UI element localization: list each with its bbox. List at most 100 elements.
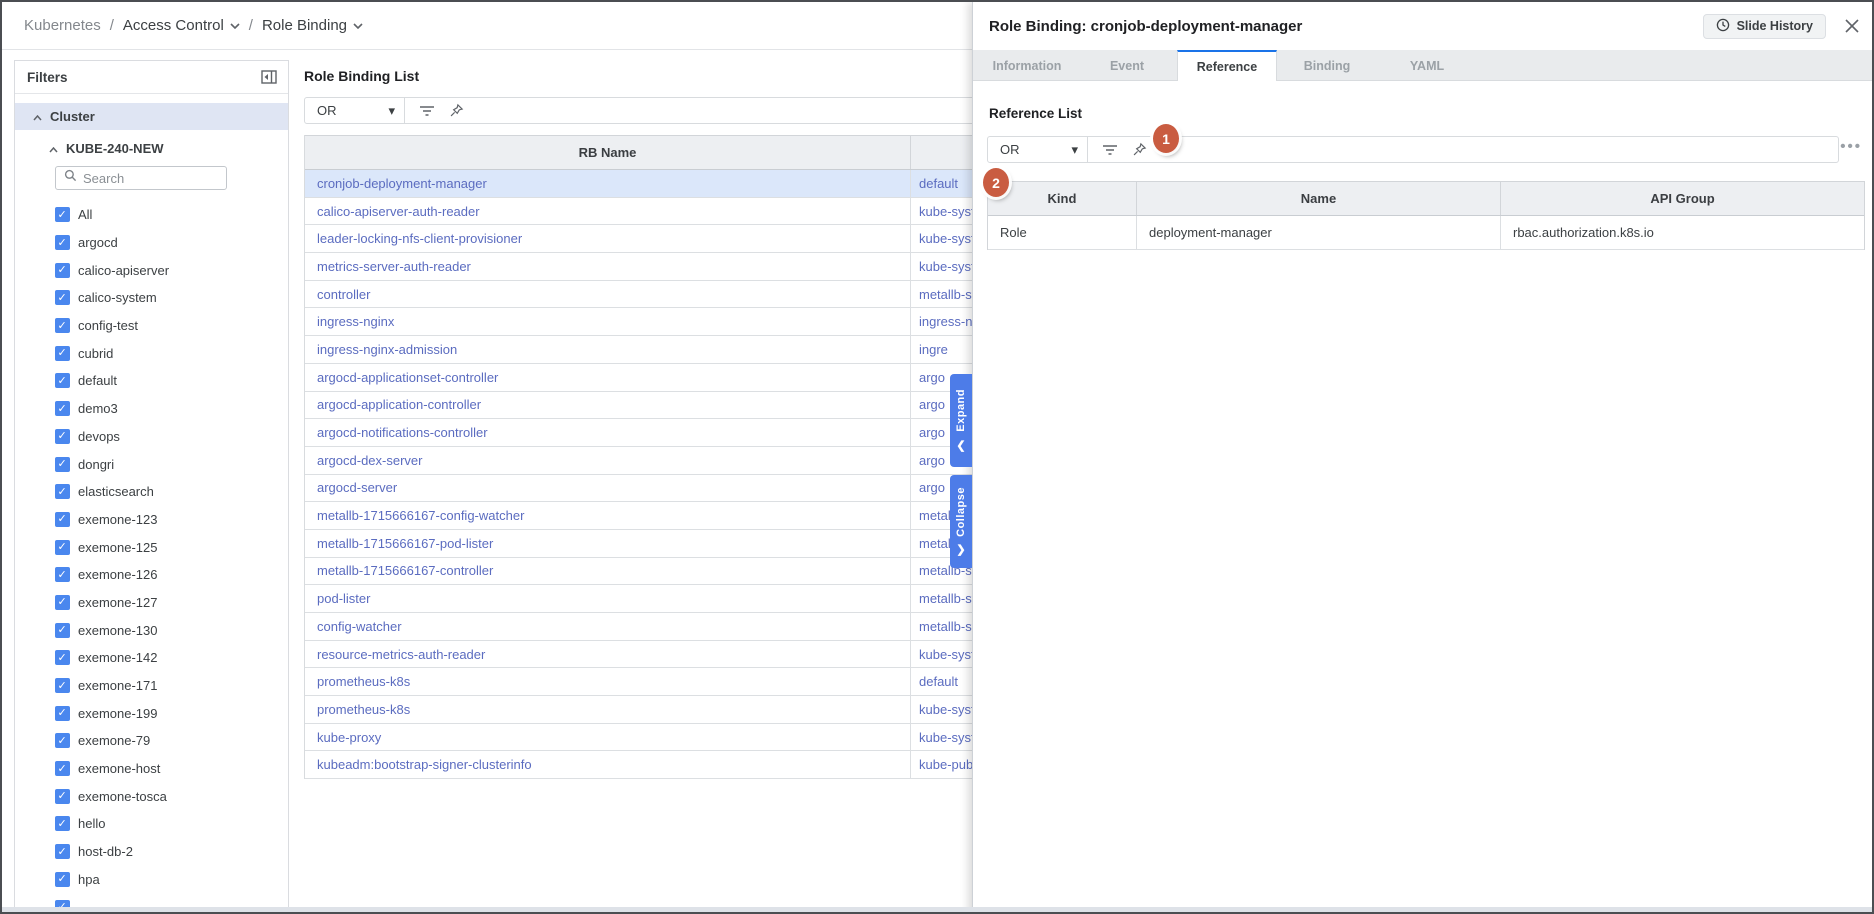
namespace-link[interactable]: argo [919, 453, 945, 468]
namespace-link[interactable]: argo [919, 397, 945, 412]
breadcrumb-page-menu[interactable]: Role Binding [262, 17, 363, 34]
namespace-link[interactable]: ingre [919, 342, 948, 357]
checkbox-checked-icon[interactable] [55, 318, 70, 333]
expand-button[interactable]: Expand ❮ [950, 374, 972, 467]
table-row[interactable]: leader-locking-nfs-client-provisionerkub… [305, 225, 1004, 253]
tree-node-cluster-name[interactable]: KUBE-240-NEW [49, 135, 164, 162]
namespace-link[interactable]: kube-publ [919, 757, 976, 772]
checkbox-checked-icon[interactable] [55, 484, 70, 499]
operator-select[interactable]: OR ▾ [305, 98, 405, 123]
namespace-checkbox-item[interactable]: exemone-171 [15, 672, 288, 700]
checkbox-checked-icon[interactable] [55, 844, 70, 859]
table-row[interactable]: prometheus-k8sdefault [305, 668, 1004, 696]
checkbox-checked-icon[interactable] [55, 623, 70, 638]
breadcrumb-section-menu[interactable]: Access Control [123, 17, 240, 34]
namespace-checkbox-item[interactable]: cubrid [15, 339, 288, 367]
namespace-checkbox-item[interactable]: exemone-123 [15, 506, 288, 534]
rb-name-link[interactable]: ingress-nginx [317, 314, 394, 329]
tab-binding[interactable]: Binding [1277, 50, 1377, 81]
slide-history-button[interactable]: Slide History [1703, 14, 1826, 39]
table-row[interactable]: calico-apiserver-auth-reader kube-syst [305, 198, 1004, 226]
tab-information[interactable]: Information [977, 50, 1077, 81]
rb-name-link[interactable]: argocd-application-controller [317, 397, 481, 412]
rb-name-link[interactable]: prometheus-k8s [317, 702, 410, 717]
rb-name-link[interactable]: argocd-server [317, 480, 397, 495]
namespace-checkbox-item[interactable]: calico-apiserver [15, 256, 288, 284]
tab-event[interactable]: Event [1077, 50, 1177, 81]
namespace-link[interactable]: kube-syst [919, 204, 975, 219]
close-icon[interactable] [1842, 16, 1862, 36]
column-header-rb-name[interactable]: RB Name [305, 136, 911, 169]
table-row[interactable]: argocd-application-controller argo [305, 392, 1004, 420]
checkbox-checked-icon[interactable] [55, 373, 70, 388]
table-row[interactable]: controllermetallb-sy [305, 281, 1004, 309]
checkbox-checked-icon[interactable] [55, 872, 70, 887]
table-row[interactable]: argocd-notifications-controllerargo [305, 419, 1004, 447]
table-row[interactable]: argocd-applicationset-controllerargo [305, 364, 1004, 392]
rb-name-link[interactable]: ingress-nginx-admission [317, 342, 457, 357]
table-row[interactable]: kube-proxykube-syst [305, 724, 1004, 752]
namespace-checkbox-item[interactable]: default [15, 367, 288, 395]
namespace-checkbox-item[interactable]: exemone-130 [15, 616, 288, 644]
column-header-kind[interactable]: Kind [988, 182, 1137, 215]
checkbox-checked-icon[interactable] [55, 346, 70, 361]
namespace-checkbox-item[interactable]: dongri [15, 450, 288, 478]
rb-name-link[interactable]: argocd-dex-server [317, 453, 423, 468]
search-input[interactable] [83, 171, 203, 186]
table-row[interactable]: pod-listermetallb-sy [305, 585, 1004, 613]
namespace-checkbox-item[interactable]: exemone-tosca [15, 782, 288, 810]
namespace-checkbox-item[interactable]: calico-system [15, 284, 288, 312]
table-row[interactable]: ingress-nginx ingress-ng [305, 308, 1004, 336]
namespace-link[interactable]: kube-syst [919, 647, 975, 662]
table-row[interactable]: prometheus-k8s kube-syst [305, 696, 1004, 724]
table-row[interactable]: kubeadm:bootstrap-signer-clusterinfokube… [305, 751, 1004, 779]
namespace-checkbox-item[interactable]: devops [15, 423, 288, 451]
rb-name-link[interactable]: metrics-server-auth-reader [317, 259, 471, 274]
checkbox-checked-icon[interactable] [55, 401, 70, 416]
checkbox-checked-icon[interactable] [55, 595, 70, 610]
checkbox-checked-icon[interactable] [55, 761, 70, 776]
namespace-link[interactable]: kube-syst [919, 231, 975, 246]
namespace-link[interactable]: default [919, 674, 958, 689]
column-header-api-group[interactable]: API Group [1501, 182, 1864, 215]
table-row[interactable]: metallb-1715666167-controllermetallb-sy [305, 558, 1004, 586]
table-row[interactable]: cronjob-deployment-managerdefault [305, 170, 1004, 198]
rb-name-link[interactable]: calico-apiserver-auth-reader [317, 204, 480, 219]
namespace-link[interactable]: kube-syst [919, 259, 975, 274]
checkbox-checked-icon[interactable] [55, 733, 70, 748]
rb-name-link[interactable]: pod-lister [317, 591, 370, 606]
namespace-checkbox-item[interactable]: config-test [15, 312, 288, 340]
namespace-checkbox-item[interactable]: argocd [15, 229, 288, 257]
tab-yaml[interactable]: YAML [1377, 50, 1477, 81]
namespace-link[interactable]: ingress-ng [919, 314, 980, 329]
checkbox-checked-icon[interactable] [55, 512, 70, 527]
namespace-checkbox-item[interactable]: exemone-142 [15, 644, 288, 672]
namespace-search[interactable] [55, 166, 227, 190]
filter-icon[interactable] [1102, 144, 1118, 156]
collapse-button[interactable]: Collapse ❯ [950, 475, 972, 568]
pin-icon[interactable] [449, 103, 464, 118]
rb-name-link[interactable]: metallb-1715666167-controller [317, 563, 493, 578]
collapse-panel-icon[interactable] [259, 68, 279, 86]
checkbox-checked-icon[interactable] [55, 457, 70, 472]
namespace-link[interactable]: kube-syst [919, 702, 975, 717]
namespace-checkbox-item[interactable]: demo3 [15, 395, 288, 423]
checkbox-checked-icon[interactable] [55, 235, 70, 250]
checkbox-checked-icon[interactable] [55, 290, 70, 305]
tab-reference[interactable]: Reference [1177, 50, 1277, 81]
checkbox-checked-icon[interactable] [55, 650, 70, 665]
tree-node-cluster[interactable]: Cluster [15, 103, 288, 130]
checkbox-checked-icon[interactable] [55, 540, 70, 555]
namespace-link[interactable]: argo [919, 425, 945, 440]
rb-name-link[interactable]: config-watcher [317, 619, 402, 634]
rb-name-link[interactable]: metallb-1715666167-pod-lister [317, 536, 493, 551]
horizontal-scrollbar[interactable] [2, 907, 1872, 914]
table-row[interactable]: argocd-server argo [305, 475, 1004, 503]
rb-name-link[interactable]: resource-metrics-auth-reader [317, 647, 485, 662]
checkbox-checked-icon[interactable] [55, 678, 70, 693]
namespace-link[interactable]: argo [919, 480, 945, 495]
checkbox-checked-icon[interactable] [55, 816, 70, 831]
table-row[interactable]: argocd-dex-server argo [305, 447, 1004, 475]
namespace-checkbox-item[interactable]: exemone-79 [15, 727, 288, 755]
namespace-checkbox-item[interactable]: host-db-2 [15, 838, 288, 866]
